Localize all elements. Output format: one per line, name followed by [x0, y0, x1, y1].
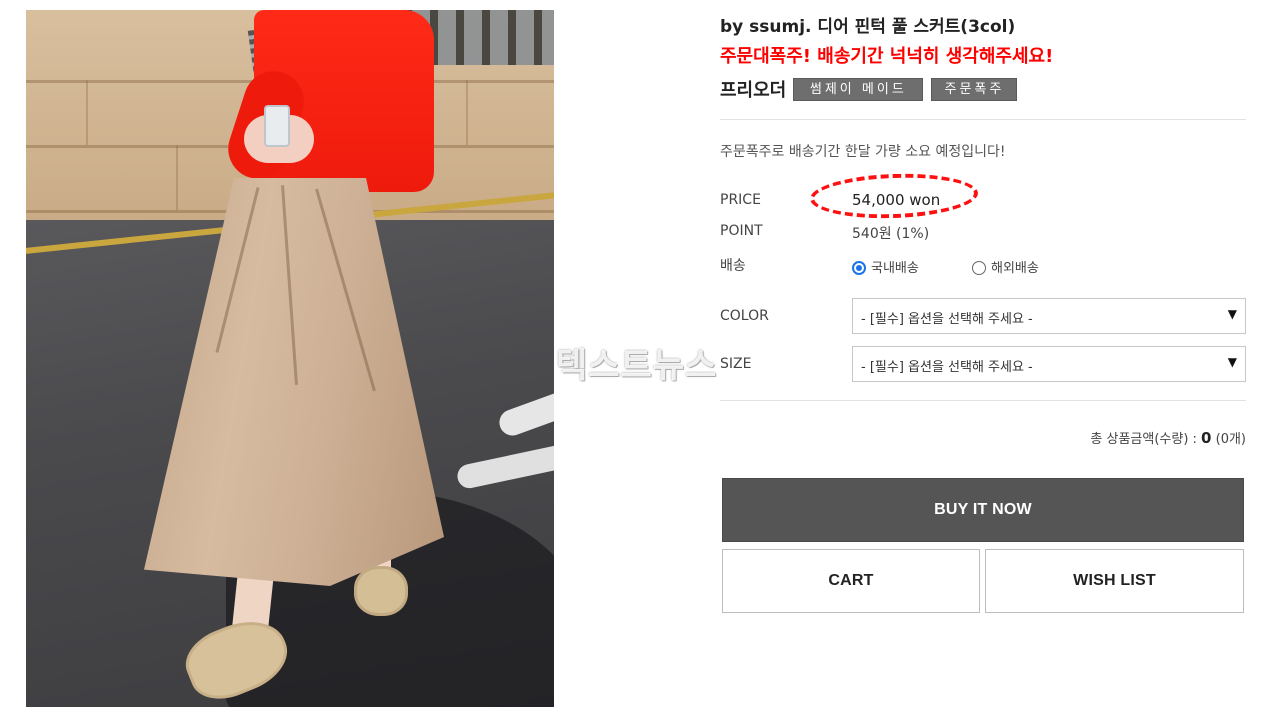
photo-wall-joint: [466, 80, 468, 145]
price-highlight-circle: [809, 171, 979, 221]
photo-shoe: [354, 566, 408, 616]
shipping-option-label: 해외배송: [991, 261, 1039, 276]
total-count: (0개): [1215, 432, 1246, 447]
preorder-label: 프리오더: [720, 80, 787, 101]
radio-selected-icon[interactable]: [852, 261, 866, 275]
shipping-option-overseas[interactable]: 해외배송: [972, 257, 1039, 276]
size-select[interactable]: - [필수] 옵션을 선택해 주세요 - ▼: [852, 346, 1246, 382]
shipping-option-domestic[interactable]: 국내배송: [852, 257, 919, 276]
price-label: PRICE: [720, 192, 761, 208]
color-select[interactable]: - [필수] 옵션을 선택해 주세요 - ▼: [852, 298, 1246, 334]
chevron-down-icon[interactable]: ▼: [1228, 355, 1237, 369]
wishlist-button[interactable]: WISH LIST: [985, 549, 1244, 613]
color-select-value: - [필수] 옵션을 선택해 주세요 -: [861, 312, 1033, 327]
shipping-notice: 주문폭주로 배송기간 한달 가량 소요 예정입니다!: [720, 144, 1006, 160]
photo-wall-joint: [176, 145, 178, 210]
product-photo: [26, 10, 554, 707]
tag-order-surge: 주문폭주: [931, 77, 1018, 101]
size-select-value: - [필수] 옵션을 선택해 주세요 -: [861, 360, 1033, 375]
total-amount: 0: [1201, 429, 1212, 447]
photo-phone: [264, 105, 290, 147]
photo-wall-joint: [86, 80, 88, 145]
shipping-label: 배송: [720, 258, 746, 274]
total-price: 총 상품금액(수량) : 0 (0개): [1090, 428, 1246, 447]
radio-unselected-icon[interactable]: [972, 261, 986, 275]
shipping-option-label: 국내배송: [871, 261, 919, 276]
watermark: 텍스트뉴스: [556, 346, 718, 386]
size-label: SIZE: [720, 356, 752, 372]
point-value: 540원 (1%): [852, 226, 930, 242]
color-label: COLOR: [720, 308, 769, 324]
add-to-cart-button[interactable]: CART: [722, 549, 980, 613]
tag-brand-made: 썸제이 메이드: [793, 77, 924, 101]
point-label: POINT: [720, 223, 763, 239]
shipping-alert: 주문대폭주! 배송기간 넉넉히 생각해주세요!: [720, 46, 1054, 67]
divider: [720, 400, 1246, 401]
product-title: by ssumj. 디어 핀턱 풀 스커트(3col): [720, 17, 1016, 37]
total-label: 총 상품금액(수량) :: [1090, 432, 1197, 447]
chevron-down-icon[interactable]: ▼: [1228, 307, 1237, 321]
preorder-row: 프리오더 썸제이 메이드 주문폭주: [720, 76, 1018, 102]
divider: [720, 119, 1246, 120]
buy-now-button[interactable]: BUY IT NOW: [722, 478, 1244, 542]
